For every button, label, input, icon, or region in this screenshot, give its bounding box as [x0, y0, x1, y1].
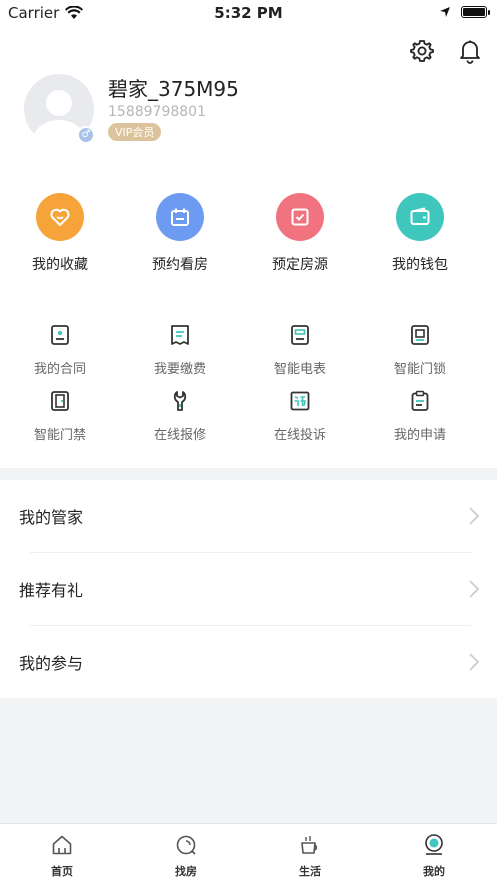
vip-badge: VIP会员 [108, 123, 162, 141]
services-grid: 我的合同 我要缴费 智能电表 智能门锁 智能门禁 在线报修 在线投诉 我的申请 [0, 324, 497, 456]
application-button[interactable]: 我的申请 [360, 390, 480, 456]
heart-icon [36, 193, 84, 241]
payment-button[interactable]: 我要缴费 [120, 324, 240, 390]
menu-item-label: 推荐有礼 [19, 581, 84, 600]
complaint-label: 在线投诉 [273, 428, 326, 443]
repair-label: 在线报修 [153, 428, 206, 443]
access-control-button[interactable]: 智能门禁 [0, 390, 120, 456]
access-control-label: 智能门禁 [33, 428, 86, 443]
application-label: 我的申请 [393, 428, 446, 443]
favorites-label: 我的收藏 [32, 257, 88, 273]
menu-item-label: 我的管家 [19, 508, 84, 527]
phone-number: 15889798801 [108, 104, 206, 120]
contract-icon [51, 325, 69, 345]
tab-home[interactable]: 首页 [0, 824, 124, 883]
tab-bar: 首页 找房 生活 我的 [0, 823, 497, 883]
reserve-listing-label: 预定房源 [272, 257, 328, 273]
wallet-button[interactable]: 我的钱包 [360, 193, 480, 274]
smart-lock-label: 智能门锁 [393, 362, 446, 377]
status-bar: Carrier 5:32 PM [0, 0, 497, 28]
tab-home-label: 首页 [51, 865, 73, 878]
reserve-listing-button[interactable]: 预定房源 [240, 193, 360, 274]
battery-icon [461, 6, 490, 18]
gear-icon[interactable] [409, 38, 435, 64]
location-arrow-icon [440, 7, 450, 17]
cup-icon [301, 836, 318, 854]
lock-icon [411, 325, 429, 345]
tab-find-house[interactable]: 找房 [124, 824, 248, 883]
male-icon: ♂ [77, 126, 95, 144]
menu-item-referral[interactable]: 推荐有礼 [0, 553, 497, 625]
book-viewing-label: 预约看房 [152, 257, 208, 273]
status-time: 5:32 PM [214, 4, 283, 22]
profile-card[interactable]: ♂ 碧家_375M95 15889798801 VIP会员 [24, 74, 239, 144]
battery-fill [463, 8, 485, 16]
tab-life[interactable]: 生活 [248, 824, 372, 883]
favorites-button[interactable]: 我的收藏 [0, 193, 120, 274]
tab-mine[interactable]: 我的 [372, 824, 496, 883]
complaint-button[interactable]: 在线投诉 [240, 390, 360, 456]
chevron-right-icon [469, 507, 480, 525]
menu-item-participation[interactable]: 我的参与 [0, 626, 497, 698]
chevron-right-icon [469, 653, 480, 671]
main-actions: 我的收藏 预约看房 预定房源 我的钱包 [0, 193, 497, 274]
meter-icon [291, 325, 309, 345]
search-house-icon [176, 835, 196, 855]
username: 碧家_375M95 [108, 77, 239, 101]
tab-find-house-label: 找房 [175, 865, 197, 878]
menu-item-butler[interactable]: 我的管家 [0, 480, 497, 552]
payment-label: 我要缴费 [153, 362, 206, 377]
check-icon [276, 193, 324, 241]
contract-label: 我的合同 [33, 362, 86, 377]
wrench-icon [173, 391, 187, 411]
profile-icon [425, 834, 443, 855]
book-viewing-button[interactable]: 预约看房 [120, 193, 240, 274]
clipboard-icon [411, 390, 429, 411]
profile-header: ♂ 碧家_375M95 15889798801 VIP会员 我的收藏 预约看房 … [0, 28, 497, 468]
bill-icon [171, 325, 189, 345]
chevron-right-icon [469, 580, 480, 598]
home-icon [52, 835, 72, 855]
menu-list: 我的管家 推荐有礼 我的参与 [0, 480, 497, 698]
contract-button[interactable]: 我的合同 [0, 324, 120, 390]
tab-mine-label: 我的 [423, 865, 445, 878]
door-icon [51, 391, 69, 411]
repair-button[interactable]: 在线报修 [120, 390, 240, 456]
avatar[interactable]: ♂ [24, 74, 95, 144]
menu-item-label: 我的参与 [19, 654, 84, 673]
wallet-icon [396, 193, 444, 241]
smart-meter-button[interactable]: 智能电表 [240, 324, 360, 390]
tab-life-label: 生活 [299, 865, 321, 878]
status-right [439, 6, 490, 18]
complaint-icon [290, 391, 310, 411]
calendar-icon [156, 193, 204, 241]
smart-lock-button[interactable]: 智能门锁 [360, 324, 480, 390]
smart-meter-label: 智能电表 [273, 362, 326, 377]
bell-icon[interactable] [457, 38, 483, 64]
wallet-label: 我的钱包 [392, 257, 448, 273]
